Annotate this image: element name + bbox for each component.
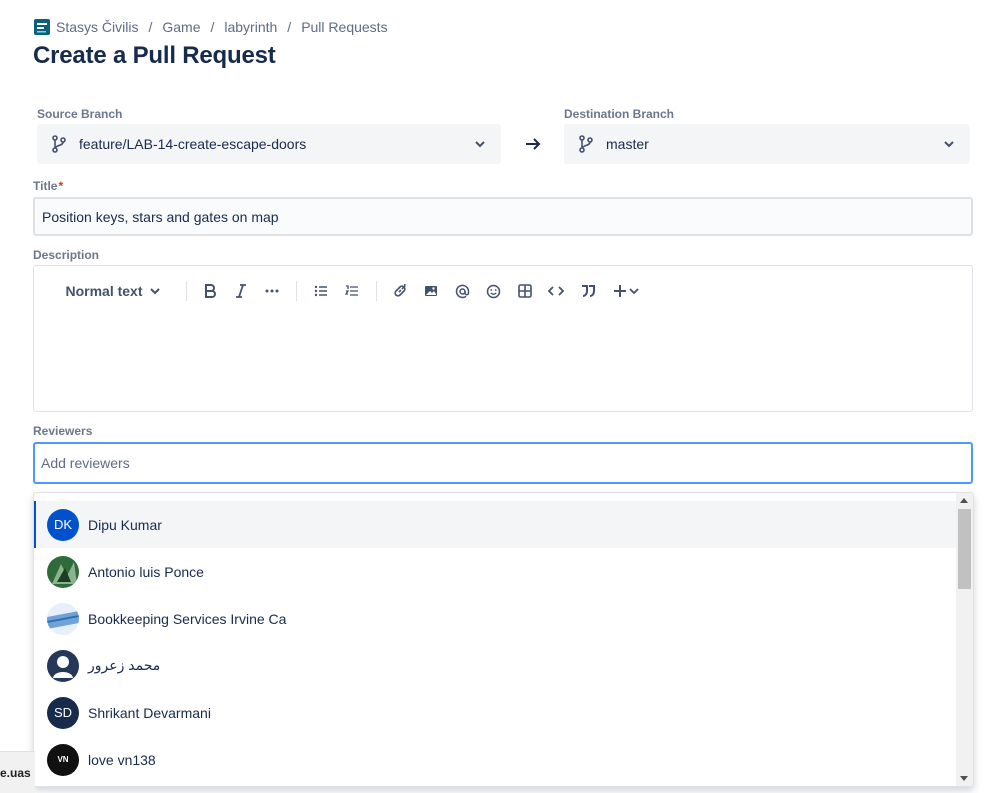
required-marker: * <box>58 179 64 193</box>
avatar <box>47 649 79 682</box>
branch-icon <box>579 135 593 153</box>
reviewer-option[interactable]: VN love vn138 <box>34 736 957 783</box>
destination-branch-value: master <box>606 136 649 152</box>
reviewer-option[interactable]: Bookkeeping Services Irvine Ca <box>34 595 957 642</box>
dropdown-scrollbar[interactable] <box>956 493 973 786</box>
reviewers-label: Reviewers <box>33 424 93 438</box>
reviewer-option[interactable]: SD Shrikant Devarmani <box>34 689 957 736</box>
reviewer-name: Dipu Kumar <box>88 516 162 533</box>
reviewers-dropdown: DK Dipu Kumar Antonio luis Ponce Bookkee… <box>33 492 974 787</box>
source-branch-select[interactable]: feature/LAB-14-create-escape-doors <box>37 124 501 164</box>
toolbar-divider <box>186 281 187 301</box>
avatar <box>47 555 79 588</box>
insert-more-button[interactable] <box>611 278 643 304</box>
destination-branch-label: Destination Branch <box>564 107 675 121</box>
avatar: SD <box>47 696 79 729</box>
status-bar-url: e.uas <box>0 751 35 793</box>
scroll-thumb[interactable] <box>958 509 971 589</box>
breadcrumb-separator: / <box>287 19 292 35</box>
image-button[interactable] <box>420 278 442 304</box>
table-icon <box>518 284 532 298</box>
text-style-dropdown[interactable]: Normal text <box>64 278 162 304</box>
bullet-list-icon <box>314 285 327 297</box>
breadcrumb-owner[interactable]: Stasys Čivilis <box>56 19 138 35</box>
reviewer-name: Antonio luis Ponce <box>88 563 204 580</box>
breadcrumb-pull-requests[interactable]: Pull Requests <box>301 19 387 35</box>
more-formatting-button[interactable] <box>261 278 283 304</box>
reviewers-input-container[interactable] <box>33 442 973 484</box>
bullet-list-button[interactable] <box>310 278 332 304</box>
insert-more-icon <box>614 285 639 297</box>
title-value: Position keys, stars and gates on map <box>42 208 279 225</box>
avatar-image <box>47 602 79 635</box>
emoji-button[interactable] <box>482 278 504 304</box>
quote-icon <box>581 285 595 297</box>
code-icon <box>548 286 564 296</box>
branch-icon <box>52 135 66 153</box>
emoji-icon <box>486 284 500 298</box>
chevron-down-icon <box>149 288 160 295</box>
italic-icon <box>236 284 246 298</box>
italic-button[interactable] <box>230 278 252 304</box>
code-button[interactable] <box>545 278 567 304</box>
image-icon <box>425 286 437 296</box>
bold-icon <box>205 284 216 298</box>
page-title: Create a Pull Request <box>33 42 276 69</box>
title-label: Title* <box>33 179 63 193</box>
reviewer-name: Shrikant Devarmani <box>88 704 211 721</box>
default-user-icon <box>53 655 73 678</box>
destination-branch-select[interactable]: master <box>564 124 970 164</box>
avatar: DK <box>47 508 79 541</box>
title-label-text: Title <box>33 179 58 193</box>
numbered-list-icon <box>345 285 358 296</box>
avatar-image <box>47 555 79 588</box>
toolbar-divider <box>296 281 297 301</box>
reviewer-name: love vn138 <box>88 751 156 768</box>
toolbar-divider <box>376 281 377 301</box>
link-button[interactable] <box>389 278 411 304</box>
breadcrumb-project[interactable]: Game <box>162 19 200 35</box>
reviewer-option[interactable]: محمد زعرور <box>34 642 957 689</box>
description-editor[interactable]: Normal text <box>33 265 973 412</box>
breadcrumb-separator: / <box>210 19 215 35</box>
scroll-up-arrow-icon[interactable] <box>960 498 968 503</box>
quote-button[interactable] <box>577 278 599 304</box>
reviewer-option[interactable]: DK Dipu Kumar <box>34 501 957 548</box>
text-style-label: Normal text <box>65 283 143 299</box>
reviewer-name: Bookkeeping Services Irvine Ca <box>88 610 287 627</box>
breadcrumb-separator: / <box>148 19 153 35</box>
breadcrumb: Stasys Čivilis / Game / labyrinth / Pull… <box>34 19 388 35</box>
link-icon <box>394 284 406 297</box>
arrow-right-icon <box>526 138 541 150</box>
scroll-down-arrow-icon[interactable] <box>960 776 968 781</box>
chevron-down-icon <box>944 141 954 148</box>
mention-icon <box>455 284 469 298</box>
repository-icon <box>34 19 50 35</box>
description-label: Description <box>33 248 100 262</box>
more-formatting-icon <box>265 289 279 293</box>
reviewers-input[interactable] <box>41 455 965 471</box>
title-input[interactable]: Position keys, stars and gates on map <box>33 197 973 236</box>
reviewer-option[interactable]: Antonio luis Ponce <box>34 548 957 595</box>
table-button[interactable] <box>514 278 536 304</box>
avatar-initials: VN <box>57 755 69 764</box>
source-branch-label: Source Branch <box>37 107 123 121</box>
avatar: VN <box>47 743 79 776</box>
avatar-initials: SD <box>53 705 73 720</box>
breadcrumb-repository[interactable]: labyrinth <box>224 19 277 35</box>
bold-button[interactable] <box>199 278 221 304</box>
avatar-initials: DK <box>53 517 73 532</box>
reviewer-name: محمد زعرور <box>88 657 161 673</box>
numbered-list-button[interactable] <box>341 278 363 304</box>
chevron-down-icon <box>475 141 485 148</box>
source-branch-value: feature/LAB-14-create-escape-doors <box>79 136 307 152</box>
mention-button[interactable] <box>451 278 473 304</box>
avatar <box>47 602 79 635</box>
